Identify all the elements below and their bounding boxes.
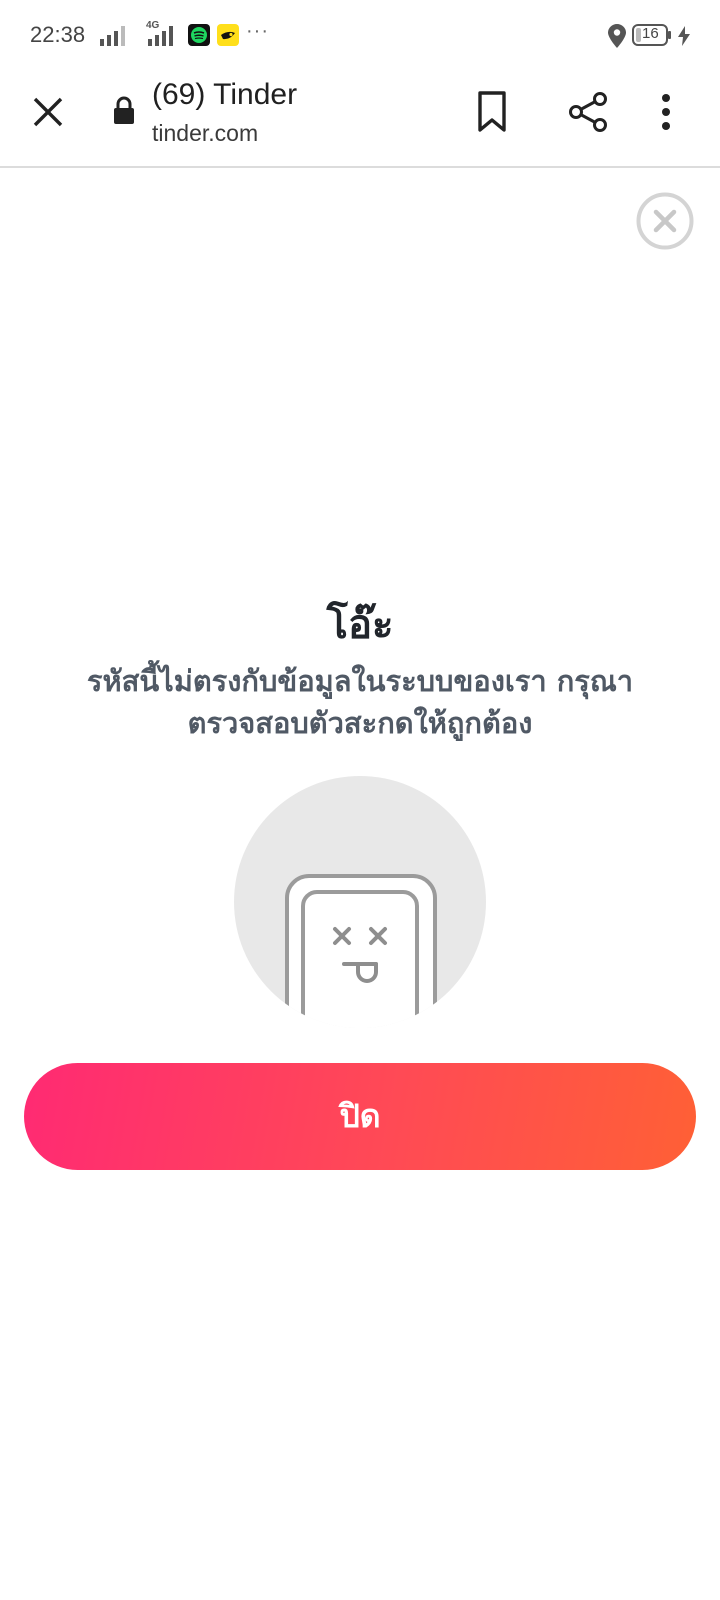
lock-icon [114, 96, 134, 124]
share-button[interactable] [566, 90, 610, 134]
spotify-icon [188, 24, 210, 46]
dialog-close-icon [636, 192, 694, 250]
share-icon [569, 92, 607, 132]
status-time: 22:38 [30, 22, 86, 47]
browser-toolbar: (69) Tinder tinder.com [0, 72, 720, 168]
error-message-line-2: ตรวจสอบตัวสะกดให้ถูกต้อง [187, 706, 533, 740]
page-url[interactable]: tinder.com [152, 120, 258, 147]
dialog-close-button[interactable] [636, 192, 694, 250]
more-notifications-icon: ··· [246, 20, 269, 42]
error-message: รหัสนี้ไม่ตรงกับข้อมูลในระบบของเรา กรุณา… [40, 660, 680, 744]
bookmark-button[interactable] [474, 90, 510, 134]
battery-level: 16 [642, 25, 659, 42]
error-message-line-1: รหัสนี้ไม่ตรงกับข้อมูลในระบบของเรา กรุณา [86, 664, 634, 698]
network-type-label: 4G [146, 20, 160, 31]
status-bar: 22:38 4G ··· 16 [0, 0, 720, 72]
page-title: (69) Tinder [152, 78, 298, 111]
sad-phone-icon [234, 776, 486, 1028]
location-icon [608, 24, 626, 48]
charging-icon [678, 26, 690, 46]
close-icon [33, 97, 63, 127]
more-vert-icon [662, 94, 670, 130]
signal-icon [100, 26, 125, 46]
close-dialog-button[interactable]: ปิด [24, 1063, 696, 1170]
error-title: โอ๊ะ [326, 602, 394, 648]
more-options-button[interactable] [656, 90, 676, 134]
bookmark-icon [478, 91, 506, 132]
close-tab-button[interactable] [28, 92, 68, 132]
app-notification-icon [217, 24, 239, 46]
